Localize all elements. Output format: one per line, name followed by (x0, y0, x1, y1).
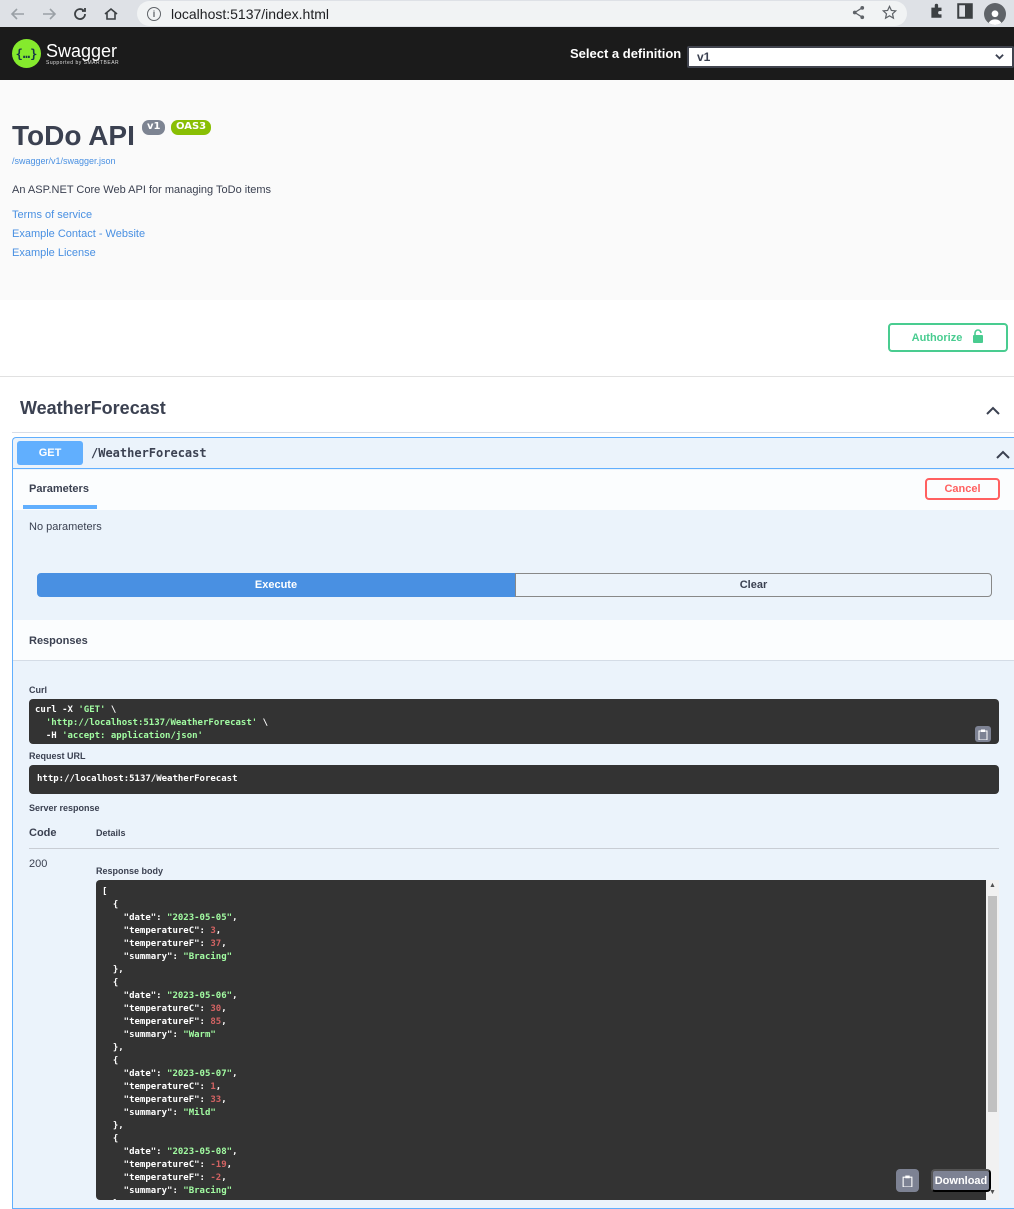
request-url-box[interactable]: http://localhost:5137/WeatherForecast (29, 765, 999, 794)
definition-label: Select a definition (570, 46, 682, 61)
download-button[interactable]: Download (931, 1169, 991, 1192)
server-response-label: Server response (29, 803, 100, 813)
profile-avatar-icon[interactable] (984, 2, 1006, 25)
response-body[interactable]: [ { "date": "2023-05-05", "temperatureC"… (96, 880, 999, 1200)
code-column-header: Code (29, 827, 57, 839)
swagger-logo-icon[interactable]: {…} (12, 39, 41, 68)
scheme-container: Authorize (0, 300, 1014, 377)
extensions-puzzle-icon[interactable] (928, 2, 946, 25)
unlock-icon (972, 329, 984, 346)
response-body-scrollbar[interactable]: ▲ ▼ (986, 880, 999, 1200)
logo-subtitle: Supported by SMARTBEAR (46, 60, 120, 66)
address-bar[interactable]: i localhost:5137/index.html (137, 1, 907, 26)
request-url-label: Request URL (29, 751, 86, 761)
tab-underline (23, 505, 97, 509)
definition-value: v1 (697, 50, 711, 64)
site-info-icon[interactable]: i (147, 6, 161, 21)
response-table-header: Code Details (29, 821, 999, 849)
license-link[interactable]: Example License (12, 247, 96, 259)
execute-wrapper: Execute Clear (37, 573, 992, 597)
forward-icon[interactable] (37, 2, 61, 26)
authorize-label: Authorize (911, 331, 963, 344)
curl-line: 'http://localhost:5137/WeatherForecast' … (45, 718, 269, 728)
chevron-up-icon[interactable] (986, 403, 1000, 421)
definition-select[interactable]: v1 (687, 46, 1014, 68)
reload-icon[interactable] (68, 2, 92, 26)
curl-code-block[interactable]: curl -X 'GET' \ 'http://localhost:5137/W… (29, 699, 999, 744)
authorize-button[interactable]: Authorize (888, 323, 1008, 352)
oas-badge: OAS3 (171, 120, 212, 135)
terms-of-service-link[interactable]: Terms of service (12, 209, 92, 221)
operation-summary[interactable]: GET /WeatherForecast (13, 438, 1014, 469)
parameters-header: Parameters Cancel (13, 470, 1014, 510)
share-icon[interactable] (851, 5, 866, 23)
responses-title: Responses (29, 635, 88, 647)
copy-response-icon[interactable] (896, 1169, 919, 1192)
chevron-up-icon[interactable] (996, 447, 1010, 465)
scroll-thumb[interactable] (988, 896, 997, 1112)
api-title: ToDo API (12, 120, 135, 151)
clear-button[interactable]: Clear (515, 573, 992, 597)
curl-line: -H 'accept: application/json' (35, 731, 203, 741)
scroll-up-icon[interactable]: ▲ (989, 882, 996, 889)
version-badge: v1 (142, 120, 166, 135)
api-description: An ASP.NET Core Web API for managing ToD… (12, 184, 272, 196)
copy-icon[interactable] (975, 726, 991, 742)
bookmark-star-icon[interactable] (881, 4, 898, 23)
contact-link[interactable]: Example Contact - Website (12, 228, 145, 240)
status-code: 200 (29, 858, 48, 870)
responses-header: Responses (13, 620, 1014, 661)
logo-title: Swagger (46, 41, 118, 61)
method-badge: GET (17, 441, 83, 465)
back-icon[interactable] (6, 2, 30, 26)
tag-section-header[interactable]: WeatherForecast (12, 385, 1014, 433)
home-icon[interactable] (99, 2, 123, 26)
spec-json-link[interactable]: /swagger/v1/swagger.json (12, 156, 116, 166)
curl-label: Curl (29, 685, 47, 695)
tab-parameters[interactable]: Parameters (29, 483, 89, 495)
address-text: localhost:5137/index.html (171, 5, 329, 22)
operation-path: /WeatherForecast (91, 446, 207, 460)
cancel-button[interactable]: Cancel (925, 478, 1000, 500)
response-body-label: Response body (96, 866, 164, 876)
details-column-header: Details (96, 828, 126, 838)
api-info: ToDo API v1 OAS3 /swagger/v1/swagger.jso… (0, 80, 1014, 300)
chevron-down-icon (995, 52, 1004, 64)
execute-button[interactable]: Execute (37, 573, 515, 597)
curl-line: curl -X 'GET' \ (35, 705, 117, 715)
swagger-logo[interactable]: Swagger Supported by SMARTBEAR (46, 41, 119, 66)
operation-block: GET /WeatherForecast Parameters Cancel N… (12, 437, 1014, 1209)
browser-toolbar: i localhost:5137/index.html (0, 0, 1014, 27)
side-panel-icon[interactable] (956, 2, 974, 25)
tag-title: WeatherForecast (20, 398, 166, 418)
no-parameters-text: No parameters (29, 521, 102, 533)
